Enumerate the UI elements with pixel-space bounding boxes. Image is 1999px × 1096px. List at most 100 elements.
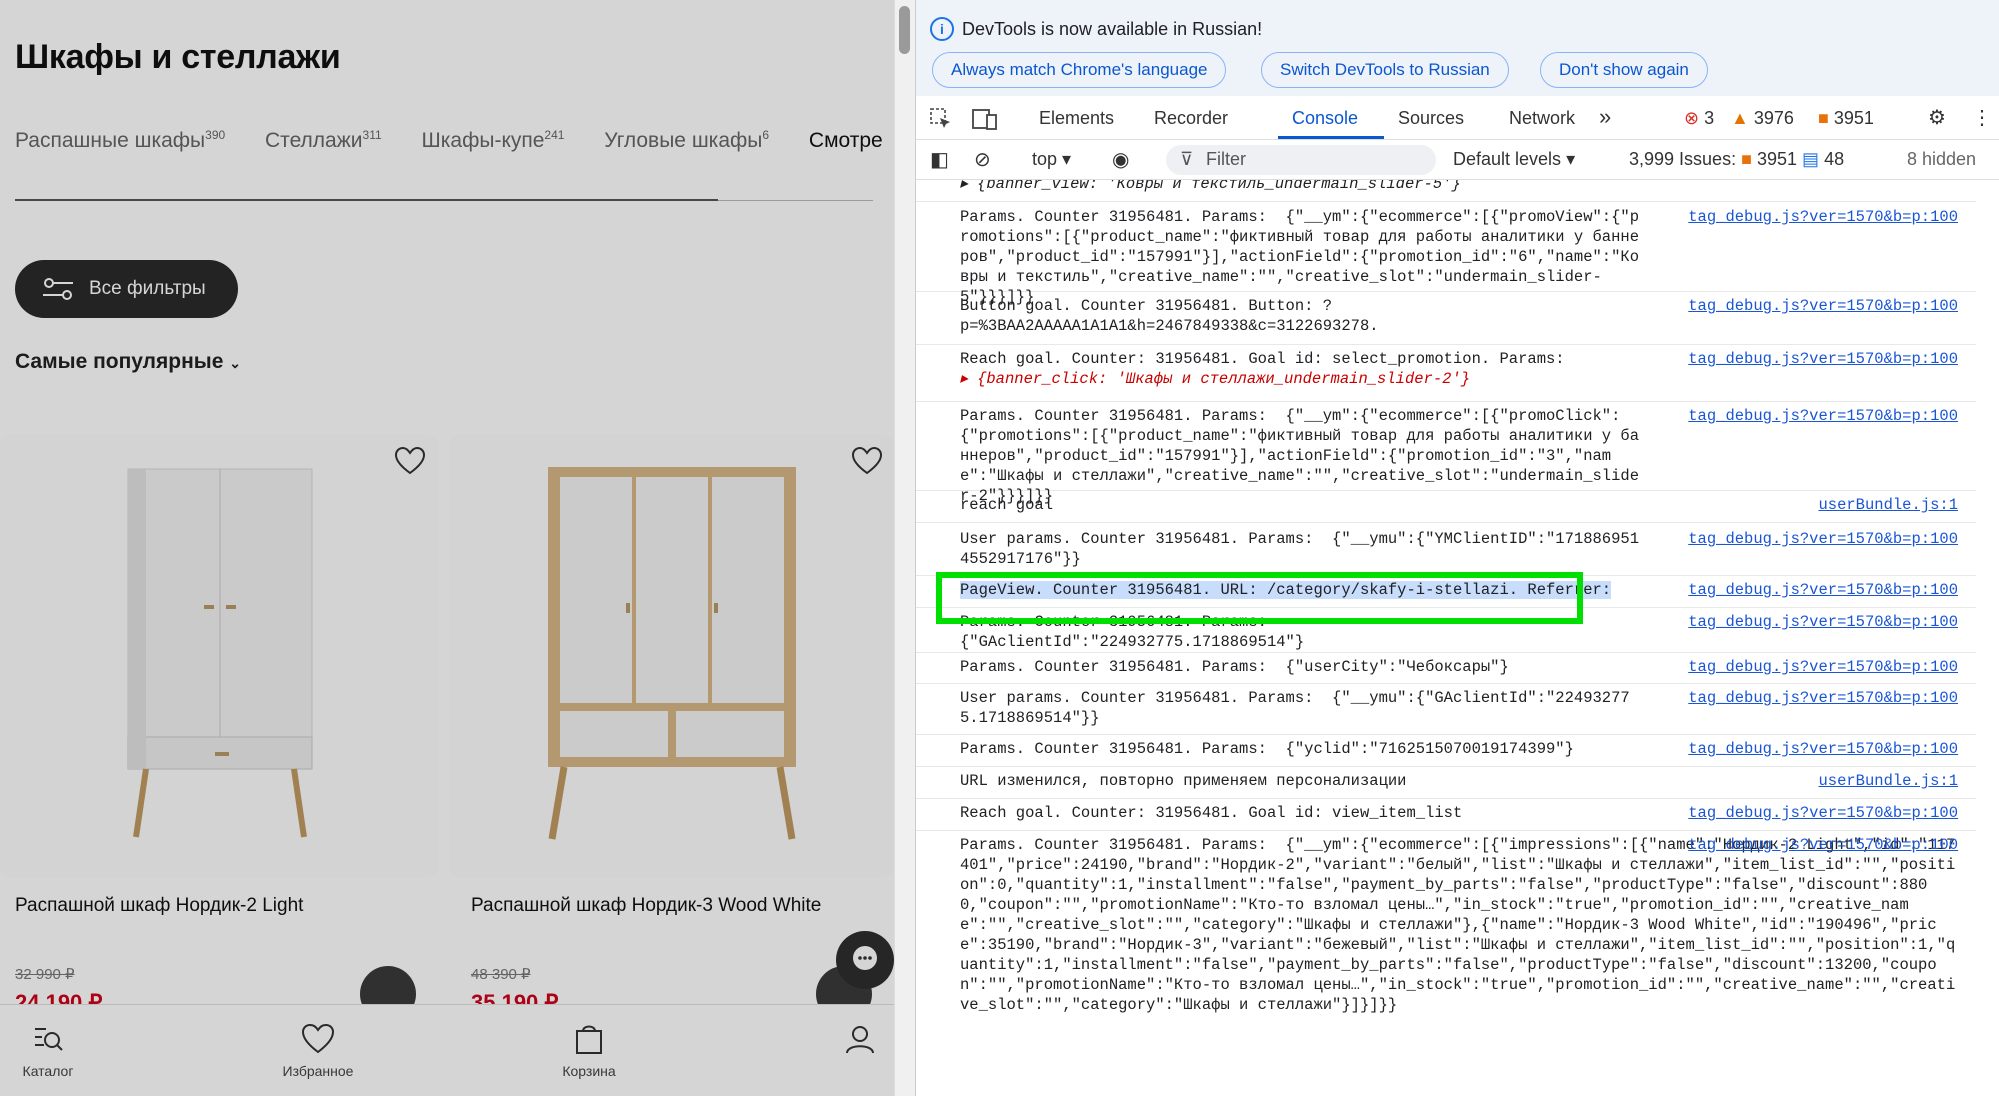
message-text: User params. Counter 31956481. Params: {… — [960, 530, 1640, 568]
issues-info-count: 48 — [1824, 149, 1845, 169]
tab-console[interactable]: Console — [1292, 108, 1358, 129]
source-link[interactable]: tag_debug.js?ver=1570&b=p:100 — [1688, 207, 1958, 227]
clear-console-icon[interactable]: ⊘ — [974, 147, 991, 172]
console-message[interactable]: User params. Counter 31956481. Params: {… — [916, 526, 1976, 576]
category-tab-1[interactable]: Стеллажи311 — [265, 128, 382, 152]
category-scrollbar[interactable] — [15, 199, 873, 201]
category-label: Шкафы-купе — [421, 129, 545, 152]
inspect-element-icon[interactable] — [930, 108, 952, 130]
tab-profile[interactable] — [810, 1023, 894, 1063]
console-message[interactable]: User params. Counter 31956481. Params: {… — [916, 685, 1976, 735]
source-link[interactable]: userBundle.js:1 — [1818, 771, 1958, 791]
message-text: Reach goal. Counter: 31956481. Goal id: … — [960, 349, 1648, 389]
product-card[interactable] — [449, 435, 894, 877]
tab-recorder[interactable]: Recorder — [1154, 108, 1228, 129]
more-tabs-button[interactable]: » — [1599, 104, 1611, 130]
catalog-icon — [35, 1028, 63, 1051]
source-link[interactable]: tag_debug.js?ver=1570&b=p:100 — [1688, 296, 1958, 316]
all-filters-button[interactable]: Все фильтры — [15, 260, 238, 318]
category-tab-more[interactable]: Смотре — [809, 129, 883, 152]
device-toolbar-icon[interactable] — [972, 107, 998, 131]
info-message-icon: ▤ — [1802, 149, 1820, 169]
message-text: Params. Counter 31956481. Params: {"__ym… — [960, 208, 1640, 306]
issues-warn-count: 3951 — [1756, 149, 1798, 169]
message-text: Params. Counter 31956481. Params: {"ycli… — [960, 740, 1574, 758]
tab-elements[interactable]: Elements — [1039, 108, 1114, 129]
console-message[interactable]: reach goal userBundle.js:1 — [916, 492, 1976, 523]
source-link[interactable]: userBundle.js:1 — [1818, 495, 1958, 515]
tab-catalog[interactable]: Каталог — [0, 1023, 98, 1079]
devtools-panel: i DevTools is now available in Russian! … — [915, 0, 1999, 1096]
issues-summary[interactable]: 3,999 Issues: ■ 3951 ▤ 48 — [1629, 149, 1844, 170]
category-label: Распашные шкафы — [15, 129, 206, 152]
console-message[interactable]: ▸ {banner_view: 'Ковры и текстиль_underm… — [916, 180, 1976, 202]
category-tab-0[interactable]: Распашные шкафы390 — [15, 128, 225, 152]
gear-icon[interactable]: ⚙ — [1928, 105, 1946, 130]
warning-count[interactable]: ▲ 3976 — [1731, 108, 1794, 129]
source-link[interactable]: tag_debug.js?ver=1570&b=p:100 — [1688, 612, 1958, 632]
message-text: Params. Counter 31956481. Params: {"__ym… — [960, 836, 1956, 1014]
console-object-preview[interactable]: ▸ {banner_click: 'Шкафы и стеллажи_under… — [960, 370, 1470, 388]
devtools-tabs: Elements Recorder Console Sources Networ… — [916, 96, 1999, 140]
console-message[interactable]: Params. Counter 31956481. Params: {"user… — [916, 654, 1976, 684]
console-message[interactable]: Params. Counter 31956481. Params: {"ycli… — [916, 736, 1976, 767]
category-label: Угловые шкафы — [604, 129, 763, 152]
live-expression-eye-icon[interactable]: ◉ — [1112, 147, 1129, 172]
console-message[interactable]: Reach goal. Counter: 31956481. Goal id: … — [916, 800, 1976, 831]
page-title: Шкафы и стеллажи — [15, 38, 341, 76]
sort-dropdown[interactable]: Самые популярные ⌄ — [15, 350, 241, 374]
tab-network[interactable]: Network — [1509, 108, 1575, 129]
product-name[interactable]: Распашной шкаф Нордик-3 Wood White — [471, 895, 821, 917]
tab-favorites[interactable]: Избранное — [268, 1023, 368, 1079]
source-link[interactable]: tag_debug.js?ver=1570&b=p:100 — [1688, 529, 1958, 549]
error-count[interactable]: ⊗ 3 — [1684, 108, 1714, 129]
source-link[interactable]: tag_debug.js?ver=1570&b=p:100 — [1688, 835, 1958, 855]
sidebar-toggle-icon[interactable]: ◧ — [930, 147, 949, 172]
tab-cart[interactable]: Корзина — [539, 1023, 639, 1079]
message-text: Reach goal. Counter: 31956481. Goal id: … — [960, 804, 1463, 822]
console-message[interactable]: Reach goal. Counter: 31956481. Goal id: … — [916, 346, 1976, 402]
product-card[interactable] — [0, 435, 438, 877]
source-link[interactable]: tag_debug.js?ver=1570&b=p:100 — [1688, 349, 1958, 369]
chevron-down-icon: ⌄ — [229, 355, 241, 371]
source-link[interactable]: tag_debug.js?ver=1570&b=p:100 — [1688, 657, 1958, 677]
kebab-menu-icon[interactable]: ⋮ — [1972, 105, 1992, 130]
context-selector[interactable]: top ▾ — [1032, 149, 1071, 170]
category-label: Стеллажи — [265, 129, 363, 152]
log-levels-dropdown[interactable]: Default levels ▾ — [1453, 149, 1575, 170]
source-link[interactable]: tag_debug.js?ver=1570&b=p:100 — [1688, 739, 1958, 759]
infobar-text: DevTools is now available in Russian! — [962, 19, 1263, 39]
product-image — [127, 468, 313, 838]
category-count: 241 — [544, 128, 565, 142]
console-object-preview[interactable]: ▸ {banner_view: 'Ковры и текстиль_underm… — [960, 180, 1461, 193]
issue-count[interactable]: ■ 3951 — [1818, 108, 1874, 129]
source-link[interactable]: tag_debug.js?ver=1570&b=p:100 — [1688, 688, 1958, 708]
switch-language-button[interactable]: Switch DevTools to Russian — [1261, 52, 1509, 88]
console-filter-input[interactable]: ⊽ Filter — [1166, 145, 1436, 175]
filter-icon: ⊽ — [1180, 149, 1194, 169]
source-link[interactable]: tag_debug.js?ver=1570&b=p:100 — [1688, 406, 1958, 426]
message-text: User params. Counter 31956481. Params: {… — [960, 689, 1630, 727]
filter-placeholder: Filter — [1206, 149, 1246, 169]
error-count-value: 3 — [1704, 108, 1715, 128]
warning-count-value: 3976 — [1753, 108, 1794, 128]
product-name[interactable]: Распашной шкаф Нордик-2 Light — [15, 895, 303, 917]
tab-sources[interactable]: Sources — [1398, 108, 1464, 129]
match-language-button[interactable]: Always match Chrome's language — [932, 52, 1227, 88]
console-message[interactable]: Params. Counter 31956481. Params: {"__ym… — [916, 832, 1976, 1096]
chat-button[interactable] — [836, 931, 894, 989]
console-message[interactable]: Button goal. Counter 31956481. Button: ?… — [916, 293, 1976, 345]
console-message[interactable]: URL изменился, повторно применяем персон… — [916, 768, 1976, 799]
category-tab-3[interactable]: Угловые шкафы6 — [604, 128, 769, 152]
source-link[interactable]: tag_debug.js?ver=1570&b=p:100 — [1688, 580, 1958, 600]
page-scrollbar[interactable] — [894, 0, 915, 1096]
console-message[interactable]: Params. Counter 31956481. Params: {"__ym… — [916, 204, 1976, 306]
favorite-heart-icon[interactable] — [395, 447, 425, 475]
source-link[interactable]: tag_debug.js?ver=1570&b=p:100 — [1688, 803, 1958, 823]
console-message[interactable]: Params. Counter 31956481. Params: {"__ym… — [916, 403, 1976, 505]
warning-icon: ▲ — [1731, 108, 1749, 128]
favorite-heart-icon[interactable] — [852, 447, 882, 475]
category-tab-2[interactable]: Шкафы-купе241 — [421, 128, 565, 152]
dont-show-again-button[interactable]: Don't show again — [1540, 52, 1708, 88]
shop-page: Шкафы и стеллажи Распашные шкафы390 Стел… — [0, 0, 894, 1096]
